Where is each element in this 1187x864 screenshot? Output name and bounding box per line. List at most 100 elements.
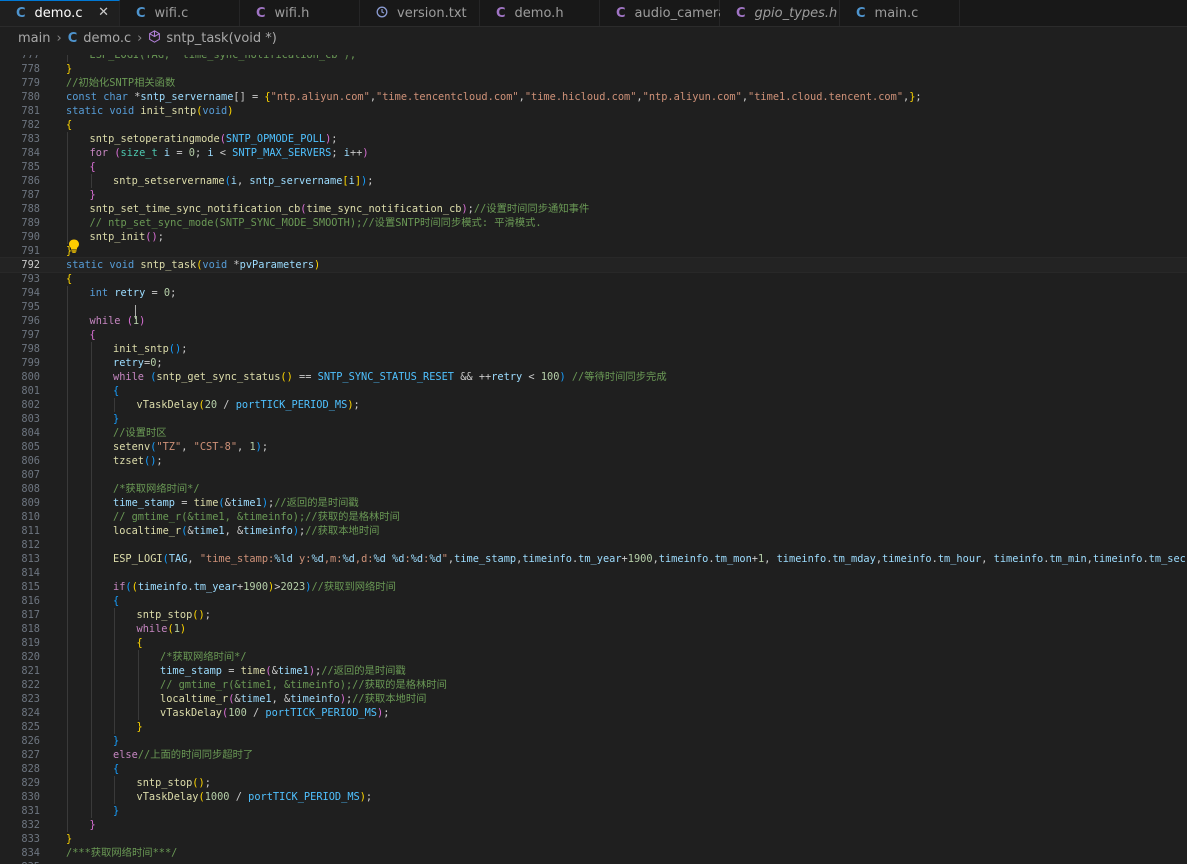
indent-guide <box>137 650 139 720</box>
code-line[interactable]: 782 { <box>0 118 1187 132</box>
code-line[interactable]: 824 vTaskDelay(100 / portTICK_PERIOD_MS); <box>0 706 1187 720</box>
code-token: time_stamp <box>454 553 517 565</box>
code-line[interactable]: 821 time_stamp = time(&time1);//返回的是时间戳 <box>0 664 1187 678</box>
code-token: ) <box>314 259 321 271</box>
code-line[interactable]: 780 const char *sntp_servername[] = {"ntp… <box>0 90 1187 104</box>
code-line[interactable]: 818 while(1) <box>0 622 1187 636</box>
code-line[interactable]: 807 <box>0 468 1187 482</box>
code-line[interactable]: 814 <box>0 566 1187 580</box>
code-line[interactable]: 816 { <box>0 594 1187 608</box>
code-line[interactable]: 783 sntp_setoperatingmode(SNTP_OPMODE_POL… <box>0 132 1187 146</box>
code-line[interactable]: 825} <box>0 720 1187 734</box>
breadcrumb-folder[interactable]: main <box>18 31 50 46</box>
code-line[interactable]: 833} <box>0 832 1187 846</box>
code-token: 100 <box>228 707 247 719</box>
code-line[interactable]: 778} <box>0 62 1187 76</box>
code-line[interactable]: 810 // gmtime_r(&time1, &timeinfo);//获取的是… <box>0 510 1187 524</box>
code-token: retry <box>113 357 144 369</box>
line-number: 827 <box>21 749 40 761</box>
code-line[interactable]: 796 while (1) <box>0 314 1187 328</box>
code-line[interactable]: 789 // ntp_set_sync_mode(SNTP_SYNC_MODE_S… <box>0 216 1187 230</box>
code-token: , <box>237 175 250 187</box>
code-line[interactable]: 811 localtime_r(&time1, &timeinfo);//获取本地… <box>0 524 1187 538</box>
code-line[interactable]: 831} <box>0 804 1187 818</box>
code-line[interactable]: 826} <box>0 734 1187 748</box>
code-line[interactable]: 797 { <box>0 328 1187 342</box>
line-code: while (1) <box>90 314 146 328</box>
tab-demo-h[interactable]: Cdemo.h <box>480 0 600 26</box>
code-line[interactable]: 806 tzset(); <box>0 454 1187 468</box>
close-icon[interactable]: ✕ <box>98 5 109 20</box>
code-line[interactable]: 834 /***获取网络时间***/ <box>0 846 1187 860</box>
line-code: //设置时区 <box>113 426 167 440</box>
line-number: 788 <box>21 203 40 215</box>
code-token: vTaskDelay <box>136 399 199 411</box>
code-line[interactable]: 804 //设置时区 <box>0 426 1187 440</box>
line-code: int retry = 0; <box>90 286 177 300</box>
code-line[interactable]: 800 while (sntp_get_sync_status() == SNTP… <box>0 370 1187 384</box>
tab-version-txt[interactable]: version.txt <box>360 0 480 26</box>
code-line[interactable]: 791} <box>0 244 1187 258</box>
line-number: 803 <box>21 413 40 425</box>
code-line[interactable]: 828 { <box>0 762 1187 776</box>
code-token: } <box>89 189 96 201</box>
code-line[interactable]: 799 retry=0; <box>0 356 1187 370</box>
code-line[interactable]: 792 static void sntp_task(void *pvParamet… <box>0 257 1187 273</box>
tab-gpio-types-h[interactable]: Cgpio_types.h <box>720 0 840 26</box>
tab-main-c[interactable]: Cmain.c <box>840 0 960 26</box>
code-line[interactable]: 823 localtime_r(&time1, &timeinfo);//获取本地… <box>0 692 1187 706</box>
code-line[interactable]: 803} <box>0 412 1187 426</box>
tab-audio-camera-h[interactable]: Caudio_camera.h <box>600 0 739 26</box>
lightbulb-icon[interactable] <box>68 238 80 257</box>
code-line[interactable]: 801 { <box>0 384 1187 398</box>
code-line[interactable]: 788 sntp_set_time_sync_notification_cb(ti… <box>0 202 1187 216</box>
code-line[interactable]: 793 { <box>0 272 1187 286</box>
breadcrumb-file[interactable]: demo.c <box>83 31 131 46</box>
line-number: 819 <box>21 637 40 649</box>
code-line[interactable]: 784 for (size_t i = 0; i < SNTP_MAX_SERVE… <box>0 146 1187 160</box>
code-line[interactable]: 812 <box>0 538 1187 552</box>
code-line[interactable]: 829 sntp_stop(); <box>0 776 1187 790</box>
code-line[interactable]: 830 vTaskDelay(1000 / portTICK_PERIOD_MS)… <box>0 790 1187 804</box>
code-token: //设置时区 <box>113 427 167 439</box>
code-token: ; <box>194 147 208 159</box>
code-line[interactable]: 817 sntp_stop(); <box>0 608 1187 622</box>
code-line[interactable]: 805 setenv("TZ", "CST-8", 1); <box>0 440 1187 454</box>
tab-demo-c[interactable]: Cdemo.c ✕ <box>0 0 120 26</box>
line-number: 807 <box>21 469 40 481</box>
code-line[interactable]: 820 /*获取网络时间*/ <box>0 650 1187 664</box>
tab-wifi-c[interactable]: Cwifi.c <box>120 0 240 26</box>
code-token: ; <box>156 455 163 467</box>
code-line[interactable]: 786 sntp_setservername(i, sntp_servername… <box>0 174 1187 188</box>
breadcrumb-symbol[interactable]: sntp_task(void *) <box>166 31 277 46</box>
code-line[interactable]: 779 //初始化SNTP相关函数 <box>0 76 1187 90</box>
code-token: tm_mday <box>832 553 876 565</box>
tab-wifi-h[interactable]: Cwifi.h <box>240 0 360 26</box>
code-line[interactable]: 777 ESP_LOGI(TAG, "time_sync_notification… <box>0 55 1187 62</box>
code-line[interactable]: 790 sntp_init(); <box>0 230 1187 244</box>
code-line[interactable]: 822 // gmtime_r(&time1, &timeinfo);//获取的是… <box>0 678 1187 692</box>
code-line[interactable]: 827 else//上面的时间同步超时了 <box>0 748 1187 762</box>
code-line[interactable]: 798 init_sntp(); <box>0 342 1187 356</box>
code-token: time <box>240 665 266 677</box>
code-token: } <box>136 721 143 733</box>
code-editor[interactable]: 777 ESP_LOGI(TAG, "time_sync_notification… <box>0 55 1187 864</box>
code-line[interactable]: 819 { <box>0 636 1187 650</box>
code-token: void <box>109 259 135 271</box>
code-line[interactable]: 815 if((timeinfo.tm_year+1900)>2023)//获取到… <box>0 580 1187 594</box>
code-line[interactable]: 785 { <box>0 160 1187 174</box>
code-token: sntp_task <box>140 259 197 271</box>
code-line[interactable]: 813 ESP_LOGI(TAG, "time_stamp:%ld y:%d,m:… <box>0 552 1187 566</box>
code-line[interactable]: 809 time_stamp = time(&time1);//返回的是时间戳 <box>0 496 1187 510</box>
code-line[interactable]: 794 int retry = 0; <box>0 286 1187 300</box>
code-line[interactable]: 802 vTaskDelay(20 / portTICK_PERIOD_MS); <box>0 398 1187 412</box>
code-line[interactable]: 787} <box>0 188 1187 202</box>
code-token: // gmtime_r(&time1, &timeinfo);//获取的是格林时… <box>113 511 400 523</box>
indent-guide <box>114 398 115 412</box>
code-token: } <box>66 833 73 845</box>
code-line[interactable]: 835 <box>0 860 1187 864</box>
code-line[interactable]: 832} <box>0 818 1187 832</box>
code-line[interactable]: 781 static void init_sntp(void) <box>0 104 1187 118</box>
code-line[interactable]: 808 /*获取网络时间*/ <box>0 482 1187 496</box>
code-line[interactable]: 795 <box>0 300 1187 314</box>
